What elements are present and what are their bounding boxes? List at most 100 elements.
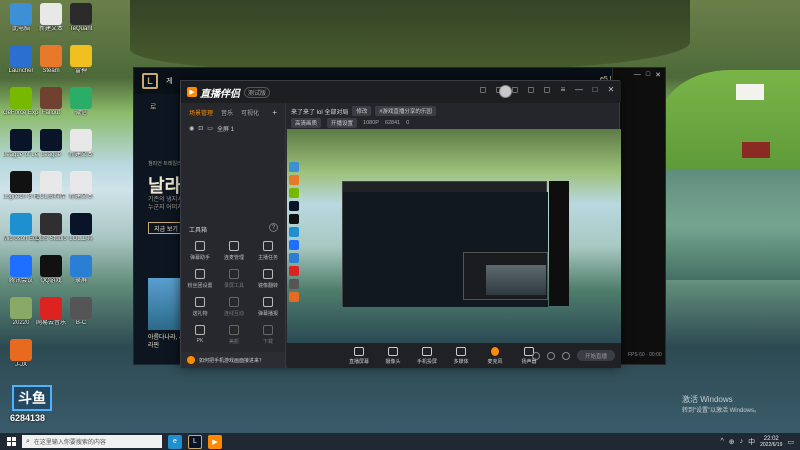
tool-icon: [229, 241, 239, 251]
edit-title-button[interactable]: 修改: [352, 106, 372, 116]
tab-scene[interactable]: 场景管理: [189, 108, 213, 117]
tool-item[interactable]: 连线互动: [219, 297, 249, 317]
lock-icon[interactable]: ◻: [527, 86, 535, 94]
gift-icon[interactable]: ◻: [511, 86, 519, 94]
clock[interactable]: 22:02 2022/6/19: [760, 436, 782, 448]
logitech-icon: [10, 171, 32, 193]
desktop-icon[interactable]: 新建文本: [63, 129, 99, 159]
tool-label: 主播任务: [257, 255, 278, 261]
desktop-icon-label: LOL工具: [69, 236, 93, 242]
bell-icon[interactable]: ◻: [543, 86, 551, 94]
control-label: 多媒体: [453, 358, 469, 365]
minimize-icon[interactable]: —: [634, 71, 641, 79]
start-button[interactable]: [0, 433, 22, 450]
tool-item[interactable]: 镜像翻转: [253, 269, 283, 289]
desktop-icon[interactable]: LOL工具: [63, 213, 99, 243]
close-icon[interactable]: ✕: [655, 71, 661, 79]
game-skin-card[interactable]: [148, 278, 184, 330]
watermark-sub: 转到“设置”以激活 Windows。: [681, 408, 760, 414]
desktop-icon[interactable]: J-JX: [3, 339, 39, 369]
mobile-tip-banner[interactable]: 如何把手机游戏画面接进来？: [181, 352, 285, 368]
add-scene-button[interactable]: +: [272, 108, 277, 117]
app-title-icons: ◻ ◻ ◻ ◻ ◻ ≡ — □ ✕: [479, 86, 615, 94]
tool-item[interactable]: 连麦管理: [219, 241, 249, 261]
game-client-nav[interactable]: 로: [150, 102, 156, 112]
tool-item[interactable]: 送礼物: [185, 297, 215, 317]
control-0[interactable]: 直播屏幕: [347, 346, 371, 365]
menu-icon[interactable]: ≡: [559, 86, 567, 94]
desktop-icon[interactable]: TeQuant: [63, 3, 99, 33]
tool-icon: [195, 297, 205, 307]
control-2[interactable]: 手机投屏: [415, 346, 439, 365]
tab-music[interactable]: 音乐: [221, 108, 233, 117]
clock-date: 2022/6/19: [760, 441, 783, 448]
control-1[interactable]: 摄像头: [381, 346, 405, 365]
streaming-app-window[interactable]: ▶ 直播伴侣 测试版 ◻ ◻ ◻ ◻ ◻ ≡ — □ ✕ 场景管理 音乐 可视化…: [180, 80, 621, 368]
close-icon[interactable]: ✕: [607, 86, 615, 94]
stats-icon[interactable]: [547, 351, 555, 360]
desktop-icon[interactable]: 微信: [63, 87, 99, 117]
quality-chip[interactable]: 高清画质: [291, 118, 322, 128]
tool-item[interactable]: 录屏工具: [219, 269, 249, 289]
app-logo-icon: ▶: [187, 87, 197, 97]
help-icon[interactable]: ?: [269, 223, 278, 232]
network-icon[interactable]: ⊕: [729, 438, 735, 446]
tool-item[interactable]: 美颜: [219, 325, 249, 345]
tab-visual[interactable]: 可视化: [241, 108, 259, 117]
scene-tabs: 场景管理 音乐 可视化 +: [181, 103, 285, 122]
tool-item[interactable]: 下载: [253, 325, 283, 345]
wallpaper-house-red: [742, 142, 770, 158]
volume-icon[interactable]: ♪: [740, 438, 744, 445]
tool-icon: [195, 325, 205, 335]
tool-item[interactable]: 主播任务: [253, 241, 283, 261]
stream-preview[interactable]: [287, 129, 621, 343]
control-4[interactable]: 麦克风: [483, 346, 507, 365]
desktop-icon[interactable]: 录屏: [63, 255, 99, 285]
minimize-icon[interactable]: —: [575, 86, 583, 94]
windows-icon: [6, 437, 16, 446]
resolution-text: 1080P: [363, 120, 379, 126]
desktop-icon[interactable]: 雷神: [63, 45, 99, 75]
game-client-tab[interactable]: 게: [166, 76, 172, 86]
lol-icon[interactable]: L: [188, 434, 202, 449]
desktop-icon[interactable]: 新建文本: [63, 171, 99, 201]
edge-icon[interactable]: e: [168, 434, 182, 449]
lock-icon[interactable]: ⊡: [198, 125, 203, 132]
toolbox-title: 工具箱: [189, 228, 208, 234]
game-watch-button[interactable]: 지금 보기: [148, 222, 184, 234]
category-tag[interactable]: #游戏直播分享的乐园: [375, 106, 436, 116]
record-icon[interactable]: [532, 351, 540, 360]
tool-label: 下载: [262, 339, 273, 345]
tool-item[interactable]: 弹幕播报: [253, 297, 283, 317]
control-3[interactable]: 多媒体: [449, 346, 473, 365]
desktop-icon-label: 新建文本: [68, 194, 93, 200]
app-icon: [10, 45, 32, 67]
control-bar-right: 开始直播: [532, 350, 615, 361]
streaming-app-icon[interactable]: ▶: [208, 434, 222, 449]
maximize-icon[interactable]: □: [591, 86, 599, 94]
maximize-icon[interactable]: □: [646, 71, 650, 79]
settings-icon[interactable]: [562, 351, 570, 360]
desktop-icon[interactable]: B-C: [63, 297, 99, 327]
taskbar-search[interactable]: ⌕ 在这里输入你要搜索的内容: [22, 435, 162, 448]
tool-icon: [263, 325, 273, 335]
message-icon[interactable]: ◻: [495, 86, 503, 94]
notification-icon[interactable]: ▭: [787, 438, 794, 446]
tool-label: 连线互动: [223, 311, 244, 317]
app-icon: [40, 87, 62, 109]
start-live-button[interactable]: 开始直播: [577, 350, 615, 361]
tool-item[interactable]: 粉丝团设置: [185, 269, 215, 289]
scene-item[interactable]: ◉ ⊡ ▭ 全屏 1: [181, 122, 285, 135]
eye-icon[interactable]: ◉: [189, 125, 194, 132]
settings-chip[interactable]: 开播设置: [327, 118, 358, 128]
tray-expand-icon[interactable]: ^: [720, 438, 723, 445]
tool-label: PK: [196, 338, 204, 344]
ime-indicator[interactable]: 中: [748, 437, 755, 447]
source-controls: 直播屏幕 摄像头 手机投屏 多媒体 麦克风 扬声器: [347, 346, 541, 365]
source-icon: [456, 346, 466, 356]
tool-item[interactable]: 弹幕助手: [185, 241, 215, 261]
app-titlebar[interactable]: ▶ 直播伴侣 测试版 ◻ ◻ ◻ ◻ ◻ ≡ — □ ✕: [181, 81, 621, 103]
tool-item[interactable]: PK: [185, 325, 215, 344]
notification-icon[interactable]: ◻: [479, 86, 487, 94]
preview-nested-window: [342, 181, 548, 307]
